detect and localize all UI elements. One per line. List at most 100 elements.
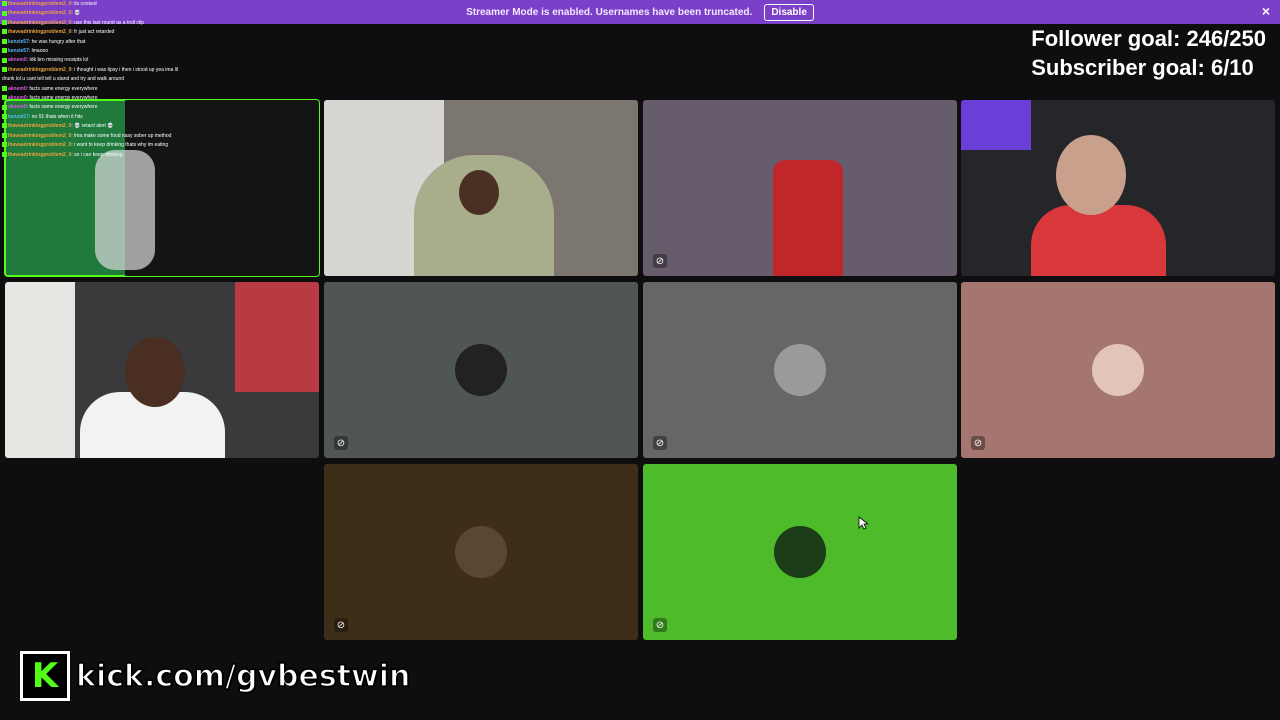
camera-off-icon: ⊘ [334,618,348,632]
chat-username[interactable]: aknem0 [8,104,27,110]
chat-username[interactable]: ihaveadrinkingproblem2_0 [8,10,71,16]
chat-message: ihaveadrinkingproblem2_0: i want to keep… [2,141,322,150]
video-feed-face [459,170,499,215]
video-tile-7[interactable]: ⊘ [643,282,957,458]
avatar [774,526,826,578]
video-tile-8[interactable]: ⊘ [961,282,1275,458]
disable-button[interactable]: Disable [764,3,814,21]
chat-text: : 💀 retard alert 💀 [71,123,114,130]
chat-username[interactable]: aknem0 [8,57,27,63]
chat-text: : its cooked [71,1,97,7]
chat-text: : he was hungry after that [28,38,86,45]
camera-off-icon: ⊘ [653,618,667,632]
chat-badge-icon [2,48,7,54]
chat-username[interactable]: kenzie57 [8,39,29,45]
channel-url: kick.com/gvbestwin [75,658,411,695]
chat-username[interactable]: aknem0 [8,95,27,101]
chat-text: : i thought i was tipsy i then i stood u… [71,66,179,73]
chat-message: kenzie57: he was hungry after that [2,38,322,47]
chat-username[interactable]: ihaveadrinkingproblem2_0 [8,123,71,129]
subscriber-goal: Subscriber goal: 6/10 [1031,55,1254,80]
avatar [455,344,507,396]
kick-channel-link: K kick.com/gvbestwin [20,650,411,702]
chat-username[interactable]: ihaveadrinkingproblem2_0 [8,142,71,148]
follower-goal: Follower goal: 246/250 [1031,26,1266,51]
chat-text: : use this last round as a troll clip [71,19,144,26]
video-feed-face [125,337,185,407]
video-feed-chair [773,160,843,276]
chat-badge-icon [2,132,7,138]
goals-overlay: Follower goal: 246/250 Subscriber goal: … [1031,24,1266,82]
chat-badge-icon [2,142,7,148]
camera-off-icon: ⊘ [334,436,348,450]
chat-text: : facts same energy everywhere [26,85,98,92]
chat-username[interactable]: kenzie57 [8,114,29,120]
video-feed-light [961,100,1031,150]
chat-text: : facts same energy everywhere [26,95,98,102]
chat-username[interactable]: ihaveadrinkingproblem2_0 [8,20,71,26]
video-feed-wall [5,282,75,458]
camera-off-icon: ⊘ [653,436,667,450]
chat-badge-icon [2,1,7,7]
video-feed-curtain [235,282,319,392]
chat-badge-icon [2,29,7,35]
chat-message: aknem0: facts same energy everywhere [2,103,322,112]
chat-text: : Idk bro missing receipts lol [26,57,89,64]
chat-message: ihaveadrinkingproblem2_0: i thought i wa… [2,66,322,75]
chat-badge-icon [2,38,7,44]
chat-badge-icon [2,85,7,91]
chat-message: kenzie57: lmaooo [2,47,322,56]
chat-message: aknem0: Idk bro missing receipts lol [2,56,322,65]
mouse-cursor-icon [858,516,868,530]
video-tile-3[interactable]: ⊘ [643,100,957,276]
chat-badge-icon [2,123,7,129]
chat-username[interactable]: ihaveadrinkingproblem2_0 [8,1,71,7]
video-tile-4[interactable] [961,100,1275,276]
chat-overlay: ihaveadrinkingproblem2_0: its cooked ihav… [0,0,324,162]
chat-badge-icon [2,104,7,110]
chat-badge-icon [2,19,7,25]
mic-muted-icon: ⊘ [653,254,667,268]
chat-text: : fr just act retarded [71,29,115,36]
chat-badge-icon [2,151,7,157]
chat-text: : lmaooo [28,48,49,55]
chat-text: : lma make some food nasy sober up metho… [71,132,172,139]
chat-username[interactable]: ihaveadrinkingproblem2_0 [8,67,71,73]
avatar [1092,344,1144,396]
chat-message: ihaveadrinkingproblem2_0: fr just act re… [2,28,322,37]
video-tile-6[interactable]: ⊘ [324,282,638,458]
close-icon[interactable]: × [1262,3,1270,19]
chat-username[interactable]: ihaveadrinkingproblem2_0 [8,133,71,139]
video-tile-10[interactable]: ⊘ [643,464,957,640]
chat-text: drunk lol u cant tell tell u stand and t… [2,76,125,83]
chat-badge-icon [2,67,7,73]
chat-message: kenzie57: no 01 thats when it hits [2,113,322,122]
video-tile-5[interactable] [5,282,319,458]
avatar [455,526,507,578]
chat-badge-icon [2,10,7,16]
chat-message: ihaveadrinkingproblem2_0: use this last … [2,19,322,28]
video-feed-face [1056,135,1126,215]
video-feed-person [1031,205,1166,276]
kick-logo-icon: K [20,651,70,701]
chat-message: ihaveadrinkingproblem2_0: lma make some … [2,132,322,141]
chat-badge-icon [2,57,7,63]
chat-badge-icon [2,114,7,120]
chat-message: ihaveadrinkingproblem2_0: its cooked [2,0,322,9]
chat-text: : i want to keep drinking thats why im e… [71,142,169,149]
chat-username[interactable]: aknem0 [8,86,27,92]
chat-message: aknem0: facts same energy everywhere [2,94,322,103]
chat-text: : 💀 [71,10,81,17]
chat-text: : facts same energy everywhere [26,104,98,111]
chat-badge-icon [2,95,7,101]
banner-message: Streamer Mode is enabled. Usernames have… [466,6,753,18]
video-tile-9[interactable]: ⊘ [324,464,638,640]
video-tile-2[interactable] [324,100,638,276]
chat-username[interactable]: ihaveadrinkingproblem2_0 [8,29,71,35]
chat-message: drunk lol u cant tell tell u stand and t… [2,75,322,84]
avatar [774,344,826,396]
chat-username[interactable]: ihaveadrinkingproblem2_0 [8,152,71,158]
camera-off-icon: ⊘ [971,436,985,450]
chat-username[interactable]: kenzie57 [8,48,29,54]
chat-message: ihaveadrinkingproblem2_0: 💀 [2,9,322,18]
